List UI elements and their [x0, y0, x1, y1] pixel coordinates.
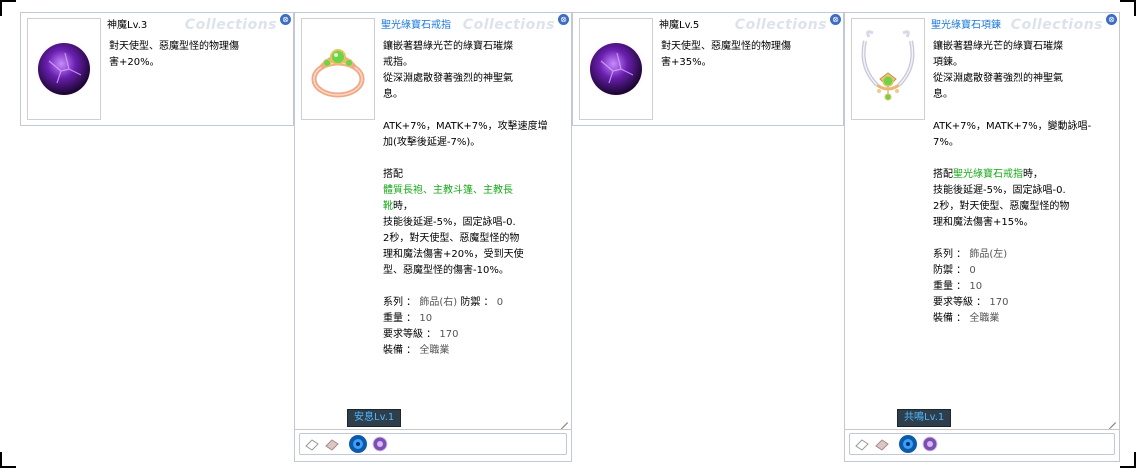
stats-line: ATK+7%，MATK+7%，變動詠唱- — [933, 121, 1092, 132]
item-window-emerald-necklace: 聖光綠寶石項鍊 Collections ⊗ 鑲嵌著碧綠光芒的綠寶石璀燦 項鍊。 … — [844, 12, 1120, 462]
info-type: 系列 ： 飾品(左) — [933, 249, 1008, 260]
item-title: 神魔Lv.3 — [107, 20, 148, 31]
set-line: 搭配聖光綠寶石戒指時， — [933, 167, 1109, 183]
frame-corner-bottom-left — [0, 452, 16, 468]
card-slot-icon[interactable] — [324, 436, 340, 452]
set-items: 體質長袍、主教斗篷、主教長 — [383, 185, 513, 196]
effect-line: 害+35%。 — [661, 57, 712, 68]
purple-orb-slot-icon[interactable] — [922, 436, 938, 452]
intro-line: 息。 — [383, 89, 403, 100]
blue-orb-slot-icon[interactable] — [348, 434, 368, 454]
frame-corner-bottom-right — [1120, 452, 1136, 468]
set-effect-line: 2秒，對天使型、惡魔型怪的物 — [933, 201, 1070, 212]
item-image — [579, 18, 653, 120]
close-icon[interactable]: ⊗ — [1106, 14, 1117, 25]
card-slot-icon[interactable] — [874, 436, 890, 452]
set-items: 靴 — [383, 201, 393, 212]
item-description: 對天使型、惡魔型怪的物理傷 害+20%。 — [109, 39, 285, 71]
info-def: 防禦 ： 0 — [933, 265, 976, 276]
collections-watermark: Collections — [184, 17, 277, 33]
set-suffix: 時， — [1023, 169, 1043, 180]
skill-tab[interactable]: 共鳴Lv.1 — [897, 409, 952, 427]
set-suffix: 時， — [393, 201, 413, 212]
intro-line: 鑲嵌著碧綠光芒的綠寶石璀燦 — [383, 41, 513, 52]
set-effect-line: 技能後延遲-5%，固定詠唱-0. — [383, 217, 516, 228]
card-slot-icon[interactable] — [304, 436, 320, 452]
stats-line: ATK+7%，MATK+7%，攻擊速度增 — [383, 121, 548, 132]
set-effect-line: 2秒，對天使型、惡魔型怪的物 — [383, 233, 520, 244]
set-header: 搭配 — [933, 169, 953, 180]
set-header: 搭配 — [383, 169, 403, 180]
item-window-emerald-ring: 聖光綠寶石戒指 Collections ⊗ 鑲嵌著碧綠光芒的綠寶石璀燦 戒指。 … — [294, 12, 572, 462]
close-icon[interactable]: ⊗ — [558, 14, 569, 25]
emerald-necklace-icon — [861, 30, 915, 101]
close-icon[interactable]: ⊗ — [280, 14, 291, 25]
set-effect-line: 技能後延遲-5%，固定詠唱-0. — [933, 185, 1066, 196]
collections-watermark: Collections — [1010, 17, 1103, 33]
set-effect-line: 理和魔法傷害+20%，受到天使 — [383, 249, 524, 260]
stats-line: 加(攻擊後延遲-7%)。 — [383, 137, 481, 148]
dark-purple-orb-icon — [32, 37, 96, 101]
item-title: 神魔Lv.5 — [659, 20, 700, 31]
item-window-shenmo-lv5: 神魔Lv.5 Collections ⊗ 對天使型、惡魔型怪的物理傷 害+35%… — [572, 12, 844, 126]
info-weight: 重量 ： 10 — [933, 281, 983, 292]
item-image — [27, 18, 101, 120]
item-title: 聖光綠寶石項鍊 — [931, 20, 1001, 31]
dark-purple-orb-icon — [584, 37, 648, 101]
info-job: 裝備 ： 全職業 — [933, 313, 1000, 324]
set-items-line: 靴時， — [383, 199, 559, 215]
effect-line: 對天使型、惡魔型怪的物理傷 — [661, 41, 791, 52]
intro-line: 鑲嵌著碧綠光芒的綠寶石璀燦 — [933, 41, 1063, 52]
info-level: 要求等級 ： 170 — [933, 297, 1009, 308]
info-weight: 重量 ： 10 — [383, 313, 433, 324]
card-slot-field — [849, 433, 1115, 455]
info-job: 裝備 ： 全職業 — [383, 345, 450, 356]
frame-corner-top-right — [1120, 0, 1136, 16]
blue-orb-slot-icon[interactable] — [898, 434, 918, 454]
set-effect-line: 型、惡魔型怪的傷害-10%。 — [383, 265, 509, 276]
collections-watermark: Collections — [462, 17, 555, 33]
close-icon[interactable]: ⊗ — [830, 14, 841, 25]
set-effect-line: 理和魔法傷害+15%。 — [933, 217, 1034, 228]
effect-line: 對天使型、惡魔型怪的物理傷 — [109, 41, 239, 52]
intro-line: 從深淵處散發著強烈的神聖氣 — [933, 73, 1063, 84]
info-type-def: 系列 ： 飾品(右) 防禦 ： 0 — [383, 297, 504, 308]
card-slot-icon[interactable] — [854, 436, 870, 452]
intro-line: 息。 — [933, 89, 953, 100]
collections-watermark: Collections — [734, 17, 827, 33]
card-slot-field — [299, 433, 567, 455]
frame-corner-top-left — [0, 0, 16, 16]
effect-line: 害+20%。 — [109, 57, 160, 68]
item-description: 對天使型、惡魔型怪的物理傷 害+35%。 — [661, 39, 837, 71]
set-items: 聖光綠寶石戒指 — [953, 169, 1023, 180]
info-level: 要求等級 ： 170 — [383, 329, 459, 340]
item-image — [301, 18, 375, 120]
item-image — [851, 18, 925, 120]
emerald-ring-icon — [311, 49, 365, 98]
intro-line: 從深淵處散發著強烈的神聖氣 — [383, 73, 513, 84]
resize-handle[interactable] — [1106, 413, 1116, 423]
item-window-shenmo-lv3: 神魔Lv.3 Collections ⊗ 對天使型、惡魔型怪的物理傷 害+20%… — [20, 12, 294, 126]
intro-line: 戒指。 — [383, 57, 413, 68]
card-slot-bar — [845, 429, 1119, 456]
purple-orb-slot-icon[interactable] — [372, 436, 388, 452]
item-title: 聖光綠寶石戒指 — [381, 20, 451, 31]
intro-line: 項鍊。 — [933, 57, 963, 68]
item-description: 鑲嵌著碧綠光芒的綠寶石璀燦 戒指。 從深淵處散發著強烈的神聖氣 息。 ATK+7… — [383, 39, 559, 359]
resize-handle[interactable] — [558, 413, 568, 423]
stats-line: 7%。 — [933, 137, 959, 148]
card-slot-bar — [295, 429, 571, 456]
item-description: 鑲嵌著碧綠光芒的綠寶石璀燦 項鍊。 從深淵處散發著強烈的神聖氣 息。 ATK+7… — [933, 39, 1109, 327]
skill-tab[interactable]: 安息Lv.1 — [347, 409, 402, 427]
